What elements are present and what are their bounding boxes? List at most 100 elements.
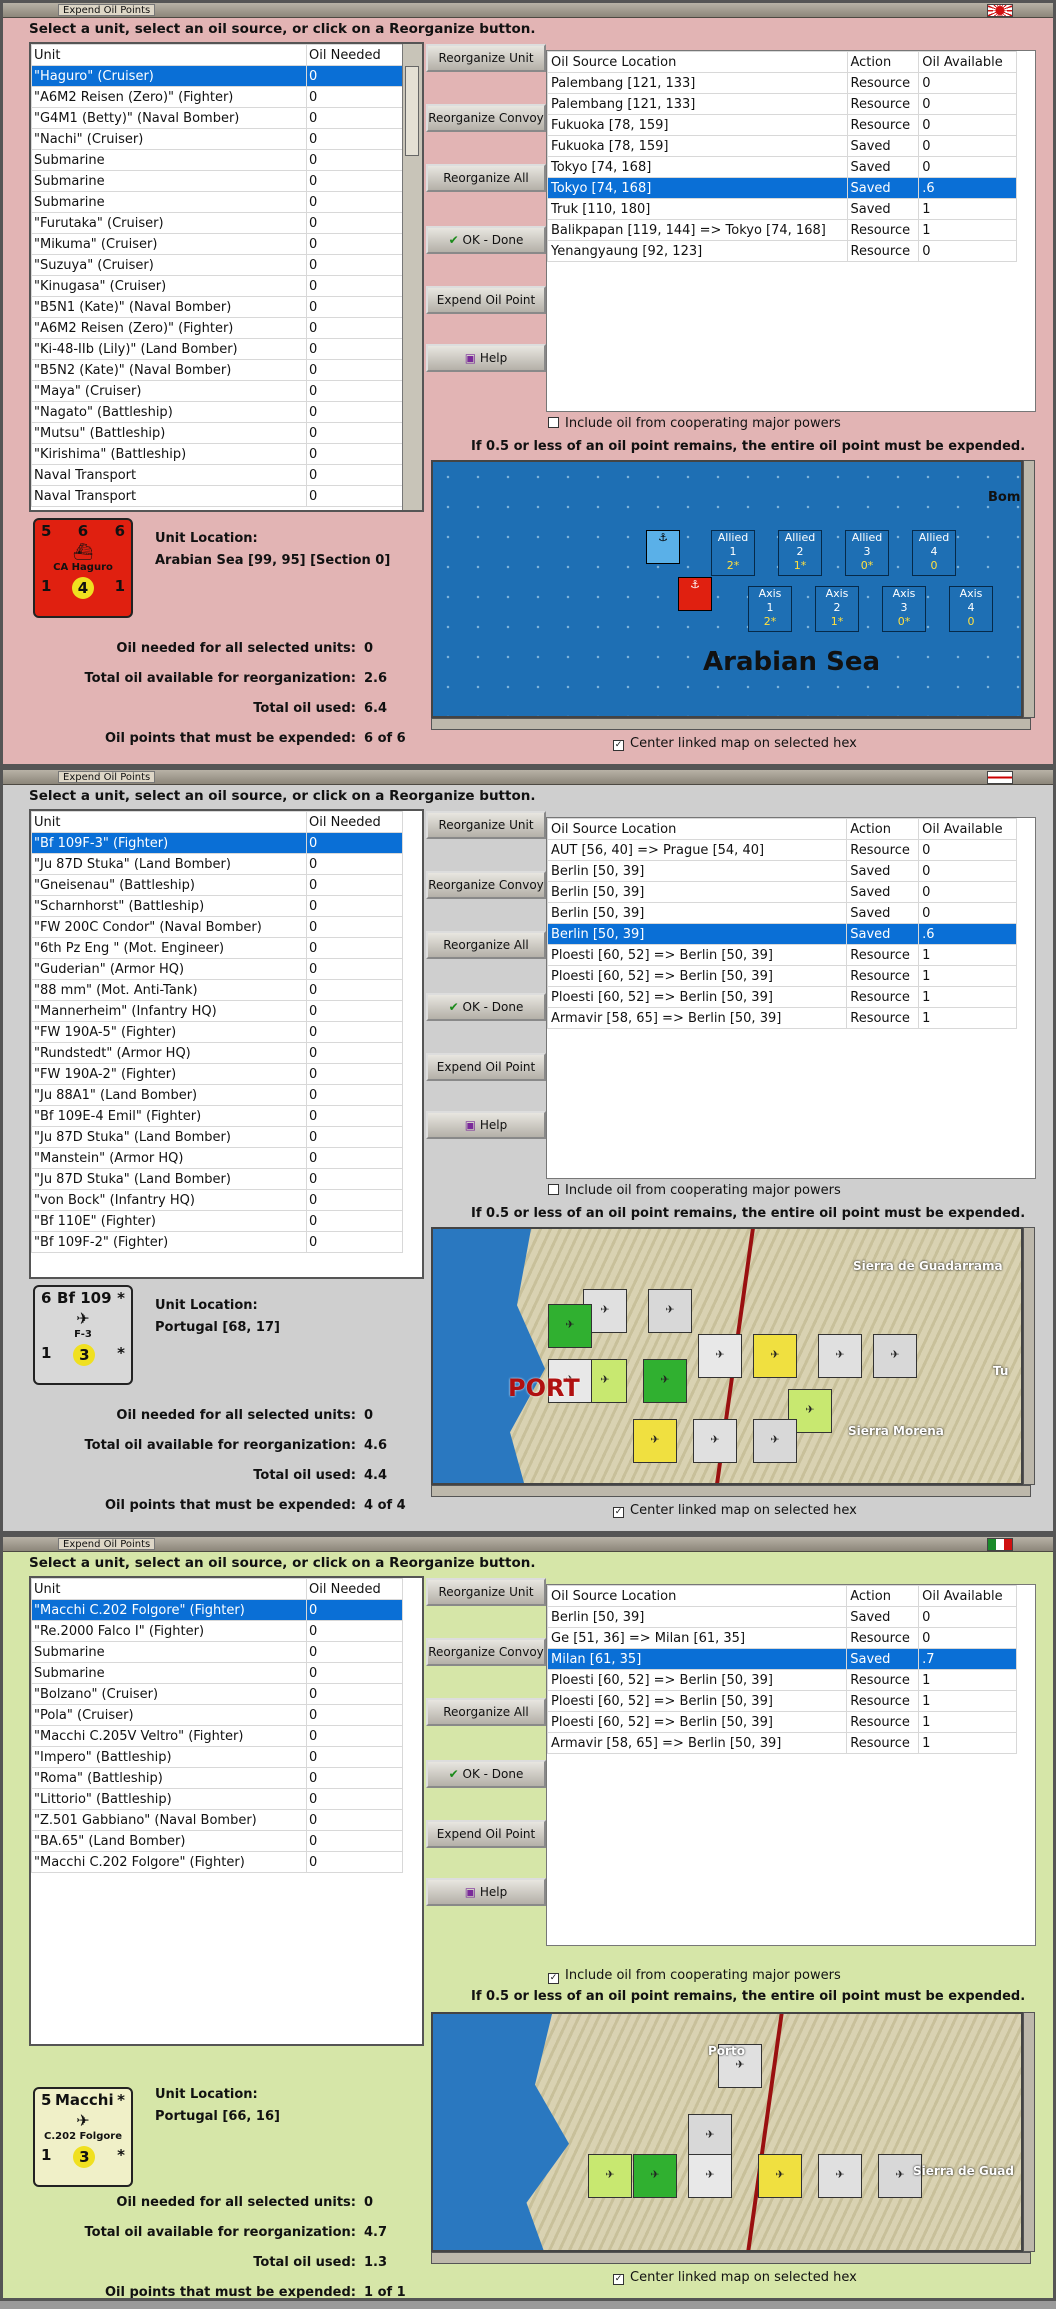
reorganize-all-button[interactable]: Reorganize All	[426, 1698, 546, 1726]
cooperate-checkbox[interactable]: Include oil from cooperating major power…	[548, 1183, 841, 1198]
unit-row[interactable]: Submarine 0	[31, 1662, 403, 1684]
center-map-checkbox[interactable]: ✓ Center linked map on selected hex	[613, 2270, 857, 2285]
unit-row[interactable]: "Bf 109F-3" (Fighter) 0	[31, 832, 403, 854]
unit-row[interactable]: "Nachi" (Cruiser) 0	[31, 128, 403, 150]
unit-row[interactable]: Submarine 0	[31, 1641, 403, 1663]
column-header-oil-available[interactable]: Oil Available	[918, 818, 1017, 840]
center-map-checkbox[interactable]: ✓ Center linked map on selected hex	[613, 736, 857, 751]
column-header-action[interactable]: Action	[846, 1585, 920, 1607]
reorganize-unit-button[interactable]: Reorganize Unit	[426, 811, 546, 839]
unit-row[interactable]: "Bf 109F-2" (Fighter) 0	[31, 1231, 403, 1253]
sea-section-box[interactable]: Allied 2 1*	[778, 530, 822, 576]
unit-row[interactable]: "Z.501 Gabbiano" (Naval Bomber) 0	[31, 1809, 403, 1831]
oil-source-row[interactable]: Balikpapan [119, 144] => Tokyo [74, 168]…	[547, 219, 1017, 241]
unit-row[interactable]: "Gneisenau" (Battleship) 0	[31, 874, 403, 896]
unit-row[interactable]: "88 mm" (Mot. Anti-Tank) 0	[31, 979, 403, 1001]
unit-counter[interactable]: ✈	[633, 1419, 677, 1463]
unit-counter[interactable]: ✈	[818, 2154, 862, 2198]
unit-row[interactable]: "Mikuma" (Cruiser) 0	[31, 233, 403, 255]
unit-counter-stack[interactable]: ⚓	[646, 530, 680, 564]
unit-row[interactable]: "von Bock" (Infantry HQ) 0	[31, 1189, 403, 1211]
unit-row[interactable]: "Bf 110E" (Fighter) 0	[31, 1210, 403, 1232]
unit-list[interactable]: Unit Oil Needed "Haguro" (Cruiser) 0 "A6M2 R…	[29, 42, 424, 512]
oil-source-list[interactable]: Oil Source Location Action Oil Available Pa…	[546, 50, 1036, 412]
unit-row[interactable]: "Pola" (Cruiser) 0	[31, 1704, 403, 1726]
unit-row[interactable]: "Bf 109E-4 Emil" (Fighter) 0	[31, 1105, 403, 1127]
unit-row[interactable]: "A6M2 Reisen (Zero)" (Fighter) 0	[31, 317, 403, 339]
unit-counter[interactable]: ✈	[693, 1419, 737, 1463]
oil-source-row[interactable]: Palembang [121, 133] Resource 0	[547, 93, 1017, 115]
reorganize-convoy-button[interactable]: Reorganize Convoy	[426, 1638, 546, 1666]
unit-row[interactable]: "FW 190A-5" (Fighter) 0	[31, 1021, 403, 1043]
unit-list-scrollbar[interactable]	[402, 44, 422, 510]
unit-row[interactable]: "Mannerheim" (Infantry HQ) 0	[31, 1000, 403, 1022]
oil-source-row[interactable]: Palembang [121, 133] Resource 0	[547, 72, 1017, 94]
oil-source-row[interactable]: Tokyo [74, 168] Saved 0	[547, 156, 1017, 178]
oil-source-row[interactable]: Ploesti [60, 52] => Berlin [50, 39] Resou…	[546, 1690, 1017, 1712]
unit-row[interactable]: "G4M1 (Betty)" (Naval Bomber) 0	[31, 107, 403, 129]
unit-row[interactable]: "Manstein" (Armor HQ) 0	[31, 1147, 403, 1169]
map-vertical-scrollbar[interactable]	[1023, 2012, 1035, 2252]
checkbox-box[interactable]: ✓	[613, 2274, 624, 2285]
unit-row[interactable]: "Re.2000 Falco I" (Fighter) 0	[31, 1620, 403, 1642]
oil-source-row[interactable]: Fukuoka [78, 159] Resource 0	[547, 114, 1017, 136]
unit-counter[interactable]: ✈	[648, 1289, 692, 1333]
unit-row[interactable]: "Scharnhorst" (Battleship) 0	[31, 895, 403, 917]
selected-counter[interactable]: ⚓	[678, 577, 712, 611]
oil-source-list[interactable]: Oil Source Location Action Oil Available AU…	[546, 817, 1036, 1179]
column-header-location[interactable]: Oil Source Location	[547, 51, 848, 73]
unit-row[interactable]: "B5N1 (Kate)" (Naval Bomber) 0	[31, 296, 403, 318]
unit-counter[interactable]: ✈	[688, 2154, 732, 2198]
oil-source-row[interactable]: Berlin [50, 39] Saved .6	[546, 923, 1017, 945]
unit-counter[interactable]: ✈	[758, 2154, 802, 2198]
ok-done-button[interactable]: ✔ OK - Done	[426, 993, 546, 1021]
oil-source-row[interactable]: Ploesti [60, 52] => Berlin [50, 39] Resou…	[546, 1669, 1017, 1691]
unit-row[interactable]: "Bolzano" (Cruiser) 0	[31, 1683, 403, 1705]
oil-source-row[interactable]: Armavir [58, 65] => Berlin [50, 39] Resou…	[546, 1732, 1017, 1754]
map-vertical-scrollbar[interactable]	[1023, 1227, 1035, 1485]
oil-source-list[interactable]: Oil Source Location Action Oil Available Be…	[546, 1584, 1036, 1946]
unit-row[interactable]: "Roma" (Battleship) 0	[31, 1767, 403, 1789]
map-horizontal-scrollbar[interactable]	[431, 718, 1031, 730]
column-header-unit[interactable]: Unit	[31, 44, 307, 66]
map-vertical-scrollbar[interactable]	[1023, 460, 1035, 718]
column-header-oil-available[interactable]: Oil Available	[918, 1585, 1017, 1607]
unit-row[interactable]: "Nagato" (Battleship) 0	[31, 401, 403, 423]
map-horizontal-scrollbar[interactable]	[431, 1485, 1031, 1497]
column-header-action[interactable]: Action	[846, 818, 920, 840]
unit-counter[interactable]: ✈	[873, 1334, 917, 1378]
unit-row[interactable]: "Suzuya" (Cruiser) 0	[31, 254, 403, 276]
unit-row[interactable]: Submarine 0	[31, 170, 403, 192]
unit-row[interactable]: "FW 200C Condor" (Naval Bomber) 0	[31, 916, 403, 938]
unit-row[interactable]: "BA.65" (Land Bomber) 0	[31, 1830, 403, 1852]
oil-source-row[interactable]: Ploesti [60, 52] => Berlin [50, 39] Resou…	[546, 944, 1017, 966]
sea-section-box[interactable]: Axis 4 0	[949, 586, 993, 632]
help-button[interactable]: ▣ Help	[426, 1111, 546, 1139]
expend-oil-point-button[interactable]: Expend Oil Point	[426, 1820, 546, 1848]
cooperate-checkbox[interactable]: ✓ Include oil from cooperating major powe…	[548, 1968, 841, 1984]
oil-source-row[interactable]: Berlin [50, 39] Saved 0	[546, 902, 1017, 924]
sea-section-box[interactable]: Axis 3 0*	[882, 586, 926, 632]
column-header-unit[interactable]: Unit	[31, 1578, 307, 1600]
unit-row[interactable]: "Rundstedt" (Armor HQ) 0	[31, 1042, 403, 1064]
linked-map[interactable]: ✈ ✈ ✈ ✈ ✈ ✈ ✈ ✈ ✈ ✈ ✈ ✈ ✈ ✈ Sierra de Guadarrama PORT Si…	[431, 1227, 1023, 1485]
column-header-oil-needed[interactable]: Oil Needed	[306, 811, 403, 833]
oil-source-row[interactable]: Armavir [58, 65] => Berlin [50, 39] Resou…	[546, 1007, 1017, 1029]
oil-source-row[interactable]: Berlin [50, 39] Saved 0	[546, 1606, 1017, 1628]
unit-counter[interactable]: ✈	[588, 2154, 632, 2198]
unit-counter[interactable]: ✈	[643, 1359, 687, 1403]
center-map-checkbox[interactable]: ✓ Center linked map on selected hex	[613, 1503, 857, 1518]
unit-row[interactable]: "Kinugasa" (Cruiser) 0	[31, 275, 403, 297]
unit-counter[interactable]: ✈	[698, 1334, 742, 1378]
unit-row[interactable]: "Macchi C.202 Folgore" (Fighter) 0	[31, 1851, 403, 1873]
reorganize-all-button[interactable]: Reorganize All	[426, 164, 546, 192]
unit-row[interactable]: "B5N2 (Kate)" (Naval Bomber) 0	[31, 359, 403, 381]
column-header-oil-available[interactable]: Oil Available	[918, 51, 1017, 73]
unit-row[interactable]: "Furutaka" (Cruiser) 0	[31, 212, 403, 234]
unit-row[interactable]: Naval Transport 0	[31, 464, 403, 486]
unit-row[interactable]: "6th Pz Eng " (Mot. Engineer) 0	[31, 937, 403, 959]
column-header-location[interactable]: Oil Source Location	[546, 1585, 848, 1607]
sea-section-box[interactable]: Allied 1 2*	[711, 530, 755, 576]
unit-row[interactable]: "Haguro" (Cruiser) 0	[31, 65, 403, 87]
reorganize-unit-button[interactable]: Reorganize Unit	[426, 44, 546, 72]
